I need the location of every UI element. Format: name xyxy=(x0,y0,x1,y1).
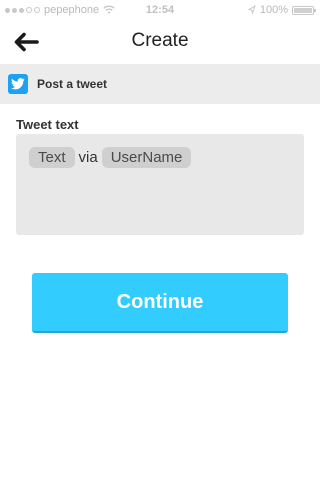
tweet-text-field[interactable]: Text via UserName xyxy=(16,134,304,235)
tweet-template: Text via UserName xyxy=(29,147,291,168)
ingredient-token-text[interactable]: Text xyxy=(29,147,75,168)
status-right: 100% xyxy=(247,4,316,16)
service-label: Post a tweet xyxy=(37,77,108,91)
location-arrow-icon xyxy=(247,5,256,15)
service-header: Post a tweet xyxy=(0,64,320,104)
battery-level xyxy=(294,7,312,13)
battery-percent: 100% xyxy=(259,4,288,16)
template-joiner-text: via xyxy=(78,149,98,166)
create-screen: pepephone 12:54 100% Create Post a tweet… xyxy=(0,0,320,480)
continue-button[interactable]: Continue xyxy=(32,273,288,333)
ingredient-token-username[interactable]: UserName xyxy=(101,147,192,168)
status-bar: pepephone 12:54 100% xyxy=(0,0,320,20)
tweet-text-label: Tweet text xyxy=(16,117,79,132)
navigation-bar: Create xyxy=(0,20,320,64)
page-title: Create xyxy=(131,30,189,51)
battery-icon xyxy=(292,5,316,15)
twitter-icon xyxy=(8,74,28,94)
